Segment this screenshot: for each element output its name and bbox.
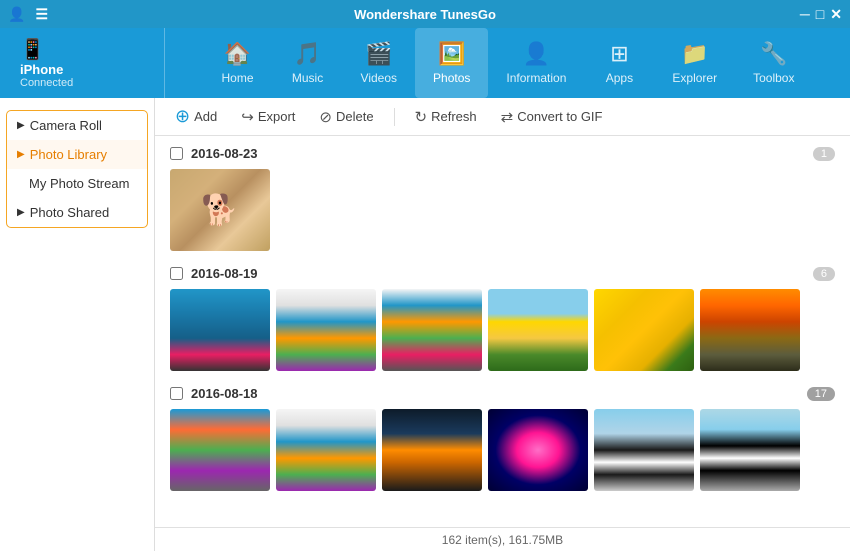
tab-photos[interactable]: 🖼️ Photos [415, 28, 488, 98]
device-icon: 📱 [20, 37, 45, 62]
tab-information[interactable]: 👤 Information [488, 28, 584, 98]
menu-icon[interactable]: ☰ [35, 6, 48, 23]
photo-thumb[interactable] [382, 409, 482, 491]
title-bar-controls: ─ □ ✕ [800, 6, 842, 23]
sidebar: ▶ Camera Roll ▶ Photo Library My Photo S… [0, 98, 155, 551]
title-bar: 👤 ☰ Wondershare TunesGo ─ □ ✕ [0, 0, 850, 28]
date-group-3: 2016-08-18 17 [170, 386, 835, 491]
device-name: iPhone [20, 62, 63, 77]
photo-thumb[interactable] [170, 409, 270, 491]
tab-apps[interactable]: ⊞ Apps [584, 28, 654, 98]
tab-explorer[interactable]: 📁 Explorer [654, 28, 735, 98]
nav-bar: 📱 iPhone Connected 🏠 Home 🎵 Music 🎬 Vide… [0, 28, 850, 98]
user-icon[interactable]: 👤 [8, 6, 25, 23]
refresh-button[interactable]: ↻ Refresh [407, 104, 485, 130]
sidebar-section: ▶ Camera Roll ▶ Photo Library My Photo S… [6, 110, 148, 228]
status-bar: 162 item(s), 161.75MB [155, 527, 850, 551]
maximize-icon[interactable]: □ [816, 6, 824, 22]
date-header-2: 2016-08-19 6 [170, 266, 835, 281]
explorer-icon: 📁 [681, 41, 708, 67]
sidebar-item-my-photo-stream[interactable]: My Photo Stream [7, 169, 147, 198]
photo-thumb[interactable] [276, 289, 376, 371]
sidebar-item-camera-roll[interactable]: ▶ Camera Roll [7, 111, 147, 140]
convert-gif-button[interactable]: ⇄ Convert to GIF [493, 104, 611, 130]
sidebar-item-photo-library[interactable]: ▶ Photo Library [7, 140, 147, 169]
export-button[interactable]: ↪ Export [233, 104, 303, 130]
minimize-icon[interactable]: ─ [800, 6, 810, 22]
photo-thumb[interactable] [594, 289, 694, 371]
tab-videos[interactable]: 🎬 Videos [343, 28, 415, 98]
photo-thumb[interactable] [700, 289, 800, 371]
group-checkbox-2[interactable] [170, 267, 183, 280]
date-group-2: 2016-08-19 6 [170, 266, 835, 371]
status-text: 162 item(s), 161.75MB [442, 533, 563, 547]
photos-row-2 [170, 289, 835, 371]
add-button[interactable]: ⊕ Add [167, 102, 225, 131]
photo-thumb[interactable] [488, 409, 588, 491]
photo-thumb[interactable] [276, 409, 376, 491]
toolbox-icon: 🔧 [760, 41, 787, 67]
title-bar-left: 👤 ☰ [8, 6, 48, 23]
group-checkbox-3[interactable] [170, 387, 183, 400]
toolbar-separator [394, 108, 395, 126]
photos-icon: 🖼️ [438, 41, 465, 67]
sidebar-item-photo-shared[interactable]: ▶ Photo Shared [7, 198, 147, 227]
device-status: Connected [20, 77, 73, 89]
dog-photo: 🐕 [170, 169, 270, 251]
photo-thumb[interactable] [382, 289, 482, 371]
refresh-icon: ↻ [415, 108, 428, 126]
device-info: 📱 iPhone Connected [10, 28, 165, 98]
photos-row-3 [170, 409, 835, 491]
date-header-1: 2016-08-23 1 [170, 146, 835, 161]
toolbar: ⊕ Add ↪ Export ⊘ Delete ↻ Refresh ⇄ Conv… [155, 98, 850, 136]
nav-tabs: 🏠 Home 🎵 Music 🎬 Videos 🖼️ Photos 👤 Info… [175, 28, 840, 98]
date-header-3: 2016-08-18 17 [170, 386, 835, 401]
app-title: Wondershare TunesGo [354, 7, 496, 22]
main-layout: ▶ Camera Roll ▶ Photo Library My Photo S… [0, 98, 850, 551]
photo-thumb[interactable] [700, 409, 800, 491]
arrow-icon: ▶ [17, 120, 25, 131]
apps-icon: ⊞ [610, 41, 628, 67]
tab-music[interactable]: 🎵 Music [273, 28, 343, 98]
photo-thumb[interactable] [594, 409, 694, 491]
photos-row-1: 🐕 [170, 169, 835, 251]
tab-home[interactable]: 🏠 Home [203, 28, 273, 98]
photos-content[interactable]: 2016-08-23 1 🐕 2016-08-19 6 [155, 136, 850, 527]
home-icon: 🏠 [224, 41, 251, 67]
close-icon[interactable]: ✕ [830, 6, 842, 23]
export-icon: ↪ [241, 108, 254, 126]
photo-thumb[interactable] [170, 289, 270, 371]
arrow-icon: ▶ [17, 207, 25, 218]
arrow-icon: ▶ [17, 149, 25, 160]
delete-icon: ⊘ [319, 108, 332, 126]
information-icon: 👤 [523, 41, 550, 67]
delete-button[interactable]: ⊘ Delete [311, 104, 381, 130]
convert-icon: ⇄ [501, 108, 514, 126]
photo-thumb[interactable]: 🐕 [170, 169, 270, 251]
videos-icon: 🎬 [365, 41, 392, 67]
photo-thumb[interactable] [488, 289, 588, 371]
group-checkbox-1[interactable] [170, 147, 183, 160]
date-group-1: 2016-08-23 1 🐕 [170, 146, 835, 251]
tab-toolbox[interactable]: 🔧 Toolbox [735, 28, 812, 98]
music-icon: 🎵 [294, 41, 321, 67]
add-icon: ⊕ [175, 106, 190, 127]
content-area: ⊕ Add ↪ Export ⊘ Delete ↻ Refresh ⇄ Conv… [155, 98, 850, 551]
